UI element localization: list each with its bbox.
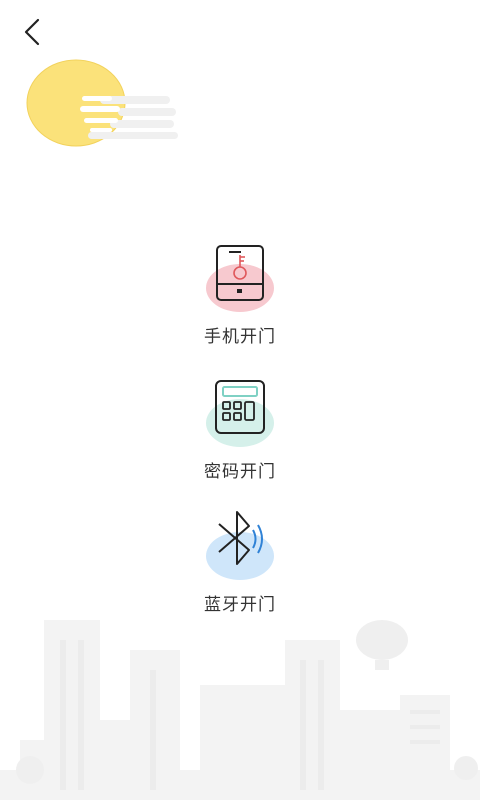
password-open-option[interactable]: 密码开门	[0, 375, 480, 482]
city-skyline-background	[0, 620, 480, 800]
chevron-left-icon	[24, 18, 40, 46]
phone-key-icon	[206, 245, 274, 312]
phone-open-option[interactable]: 手机开门	[0, 240, 480, 347]
bluetooth-icon	[206, 511, 274, 580]
password-open-label: 密码开门	[204, 462, 276, 482]
bluetooth-open-option[interactable]: 蓝牙开门	[0, 508, 480, 615]
back-button[interactable]	[14, 14, 50, 50]
phone-open-label: 手机开门	[204, 327, 276, 347]
weather-illustration	[26, 59, 178, 147]
keypad-icon	[206, 380, 274, 447]
